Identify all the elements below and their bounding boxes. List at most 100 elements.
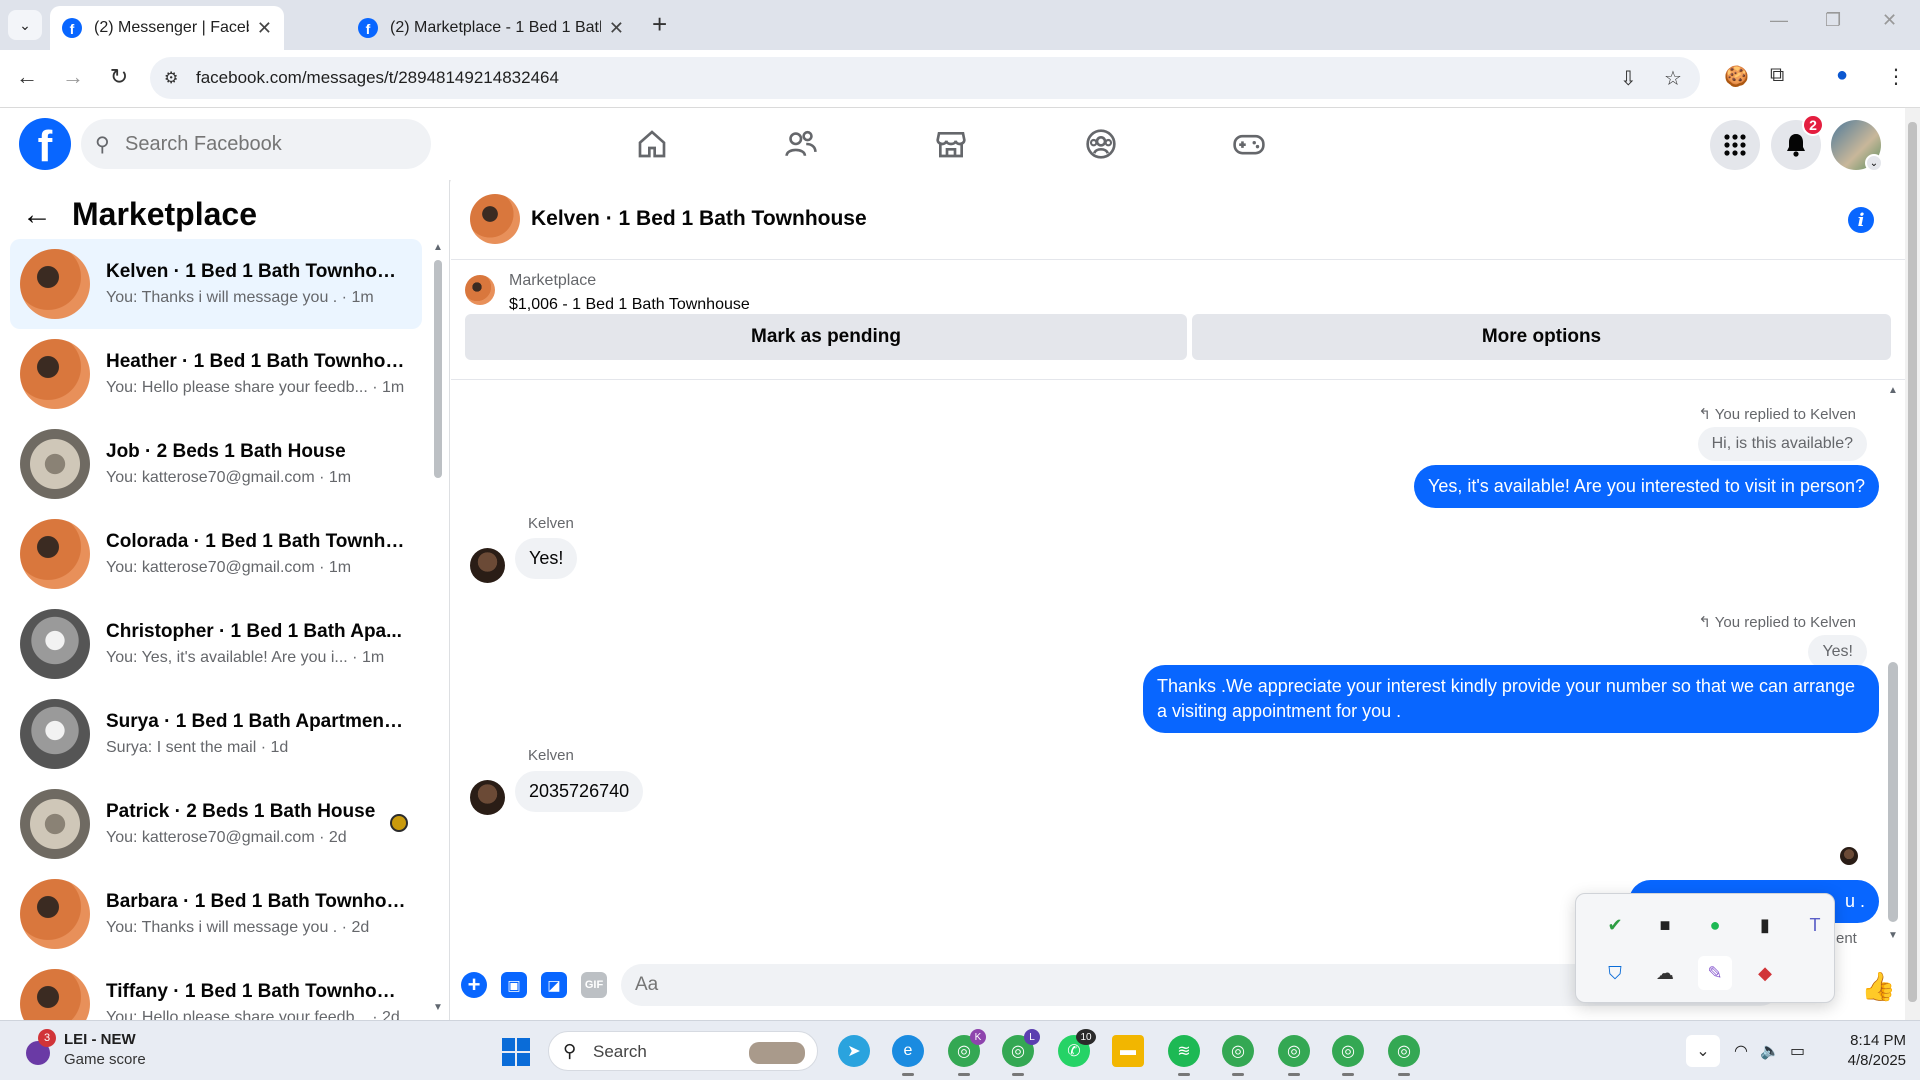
forward-icon[interactable]: → [58, 64, 88, 90]
whatsapp-icon[interactable]: ✆ 10 [1058, 1029, 1096, 1067]
sticker-icon[interactable]: ◪ [541, 972, 567, 998]
taskbar-search[interactable]: ⚲ Search [548, 1031, 818, 1071]
profile-icon[interactable]: ● [1836, 64, 1848, 87]
gif-icon[interactable]: GIF [581, 972, 607, 998]
more-options-button[interactable]: More options [1192, 314, 1891, 360]
new-tab-button[interactable]: + [652, 10, 667, 38]
chrome-icon[interactable]: ◎ [1388, 1035, 1420, 1076]
kelven-avatar[interactable] [470, 548, 505, 583]
conversation-row[interactable]: Tiffany · 1 Bed 1 Bath Townhouse You: Hel… [10, 959, 422, 1020]
anydesk-icon[interactable]: ◆ [1748, 956, 1782, 990]
pen-icon[interactable]: ✎ [1698, 956, 1732, 990]
clock[interactable]: 8:14 PM 4/8/2025 [1836, 1031, 1906, 1071]
game-subtitle[interactable]: Game score [64, 1051, 146, 1068]
scroll-up-icon[interactable]: ▲ [1888, 385, 1898, 396]
game-title[interactable]: LEI - NEW [64, 1031, 136, 1048]
gaming-icon[interactable] [1229, 126, 1269, 162]
chrome-icon[interactable]: ◎ [1278, 1035, 1310, 1076]
outgoing-message[interactable]: Thanks .We appreciate your interest kind… [1143, 665, 1879, 733]
tab-messenger[interactable]: f (2) Messenger | Facebook ✕ [50, 6, 284, 50]
home-icon[interactable] [632, 126, 672, 162]
teams-icon[interactable]: T [1798, 908, 1832, 942]
chrome-icon[interactable]: ◎ [1222, 1035, 1254, 1076]
quoted-message[interactable]: Yes! [1808, 635, 1867, 669]
plus-icon[interactable]: + [461, 972, 487, 998]
listing-price[interactable]: $1,006 - 1 Bed 1 Bath Townhouse [509, 296, 750, 314]
page-scroll-thumb[interactable] [1908, 122, 1917, 1002]
tab-marketplace[interactable]: f (2) Marketplace - 1 Bed 1 Bath ✕ [346, 6, 636, 50]
page-scrollbar[interactable] [1905, 108, 1920, 1020]
incoming-message[interactable]: 2035726740 [515, 771, 644, 812]
chrome-icon[interactable]: ◎ [1332, 1035, 1364, 1076]
windows-start-icon[interactable] [502, 1038, 530, 1066]
conversation-row[interactable]: Surya · 1 Bed 1 Bath Apartment/... Surya:… [10, 689, 422, 779]
nvidia-icon[interactable]: ■ [1648, 908, 1682, 942]
account-avatar[interactable]: ⌄ [1831, 120, 1883, 172]
conversation-row[interactable]: Colorada · 1 Bed 1 Bath Townho... You: ka… [10, 509, 422, 599]
onedrive-off-icon[interactable]: ☁ [1648, 956, 1682, 990]
extensions-icon[interactable]: ⧉ [1770, 64, 1784, 87]
back-arrow-icon[interactable]: ← [22, 198, 52, 232]
facebook-logo[interactable]: f [19, 118, 71, 170]
install-app-icon[interactable]: ⇩ [1620, 66, 1637, 91]
close-window-icon[interactable]: ✕ [1882, 10, 1897, 31]
thread-scrollbar[interactable] [1888, 662, 1898, 922]
edge-icon[interactable]: e [892, 1035, 924, 1076]
conversation-row[interactable]: Kelven · 1 Bed 1 Bath Townhouse You: Than… [10, 239, 422, 329]
file-explorer-icon[interactable]: ▬ [1112, 1035, 1144, 1067]
marketplace-icon[interactable] [931, 126, 971, 162]
scroll-down-icon[interactable]: ▼ [433, 1002, 443, 1013]
site-info-icon[interactable]: ⚙ [164, 68, 178, 88]
battery-icon[interactable]: ▭ [1790, 1041, 1805, 1061]
chat-title[interactable]: Kelven · 1 Bed 1 Bath Townhouse [531, 207, 867, 231]
scroll-down-icon[interactable]: ▼ [1888, 930, 1898, 941]
windows-taskbar: 3 LEI - NEW Game score ⚲ Search ➤ e ◎ K ◎… [0, 1020, 1920, 1080]
reload-icon[interactable]: ↻ [104, 64, 134, 90]
search-input[interactable] [125, 119, 415, 169]
sidebar-scrollbar[interactable] [434, 260, 442, 478]
facebook-search[interactable]: ⚲ [81, 119, 431, 169]
spotify-taskbar-icon[interactable]: ≋ [1168, 1035, 1200, 1076]
usb-drive-icon[interactable]: ▮ [1748, 908, 1782, 942]
address-bar[interactable]: ⚙ facebook.com/messages/t/28948149214832… [150, 57, 1700, 99]
outgoing-message[interactable]: Yes, it's available! Are you interested … [1413, 465, 1879, 508]
close-tab-icon[interactable]: ✕ [609, 18, 624, 39]
chrome-profile-l-icon[interactable]: ◎ L [1002, 1029, 1040, 1076]
chat-header: Kelven · 1 Bed 1 Bath Townhouse i [451, 180, 1905, 260]
more-menu-icon[interactable]: ⋮ [1886, 64, 1906, 89]
bookmark-star-icon[interactable]: ☆ [1664, 66, 1682, 91]
security-check-icon[interactable]: ✔ [1598, 908, 1632, 942]
incoming-message[interactable]: Yes! [515, 538, 578, 579]
game-widget[interactable]: 3 [22, 1029, 58, 1069]
wifi-icon[interactable]: ◠ [1734, 1041, 1748, 1061]
volume-icon[interactable]: 🔈 [1760, 1041, 1780, 1061]
thumbs-up-icon[interactable]: 👍 [1861, 970, 1896, 1003]
conversation-row[interactable]: Christopher · 1 Bed 1 Bath Apa... You: Ye… [10, 599, 422, 689]
quoted-message[interactable]: Hi, is this available? [1697, 427, 1867, 461]
conversation-row[interactable]: Heather · 1 Bed 1 Bath Townhouse You: Hel… [10, 329, 422, 419]
kelven-avatar[interactable] [470, 780, 505, 815]
show-hidden-icons-button[interactable]: ⌄ [1686, 1035, 1720, 1067]
info-icon[interactable]: i [1848, 207, 1874, 233]
mark-as-pending-button[interactable]: Mark as pending [465, 314, 1187, 360]
groups-icon[interactable] [1081, 126, 1121, 162]
conversation-row[interactable]: Patrick · 2 Beds 1 Bath House You: katter… [10, 779, 422, 869]
photo-icon[interactable]: ▣ [501, 972, 527, 998]
minimize-icon[interactable]: — [1770, 10, 1788, 31]
listing-thumbnail[interactable] [465, 275, 495, 305]
defender-shield-icon[interactable]: ⛉ [1598, 956, 1632, 990]
tab-search-button[interactable]: ⌄ [8, 10, 42, 40]
restore-icon[interactable]: ❐ [1825, 10, 1841, 31]
menu-grid-button[interactable] [1710, 120, 1760, 170]
friends-icon[interactable] [781, 126, 821, 162]
scroll-up-icon[interactable]: ▲ [433, 242, 443, 253]
chat-avatar[interactable] [470, 194, 520, 244]
cookie-extension-icon[interactable]: 🍪 [1724, 64, 1749, 89]
chrome-profile-k-icon[interactable]: ◎ K [948, 1029, 986, 1076]
telegram-icon[interactable]: ➤ [838, 1035, 870, 1067]
spotify-icon[interactable]: ● [1698, 908, 1732, 942]
close-tab-icon[interactable]: ✕ [257, 18, 272, 39]
conversation-row[interactable]: Barbara · 1 Bed 1 Bath Townhouse You: Tha… [10, 869, 422, 959]
back-icon[interactable]: ← [12, 64, 42, 90]
conversation-row[interactable]: Job · 2 Beds 1 Bath House You: katterose7… [10, 419, 422, 509]
